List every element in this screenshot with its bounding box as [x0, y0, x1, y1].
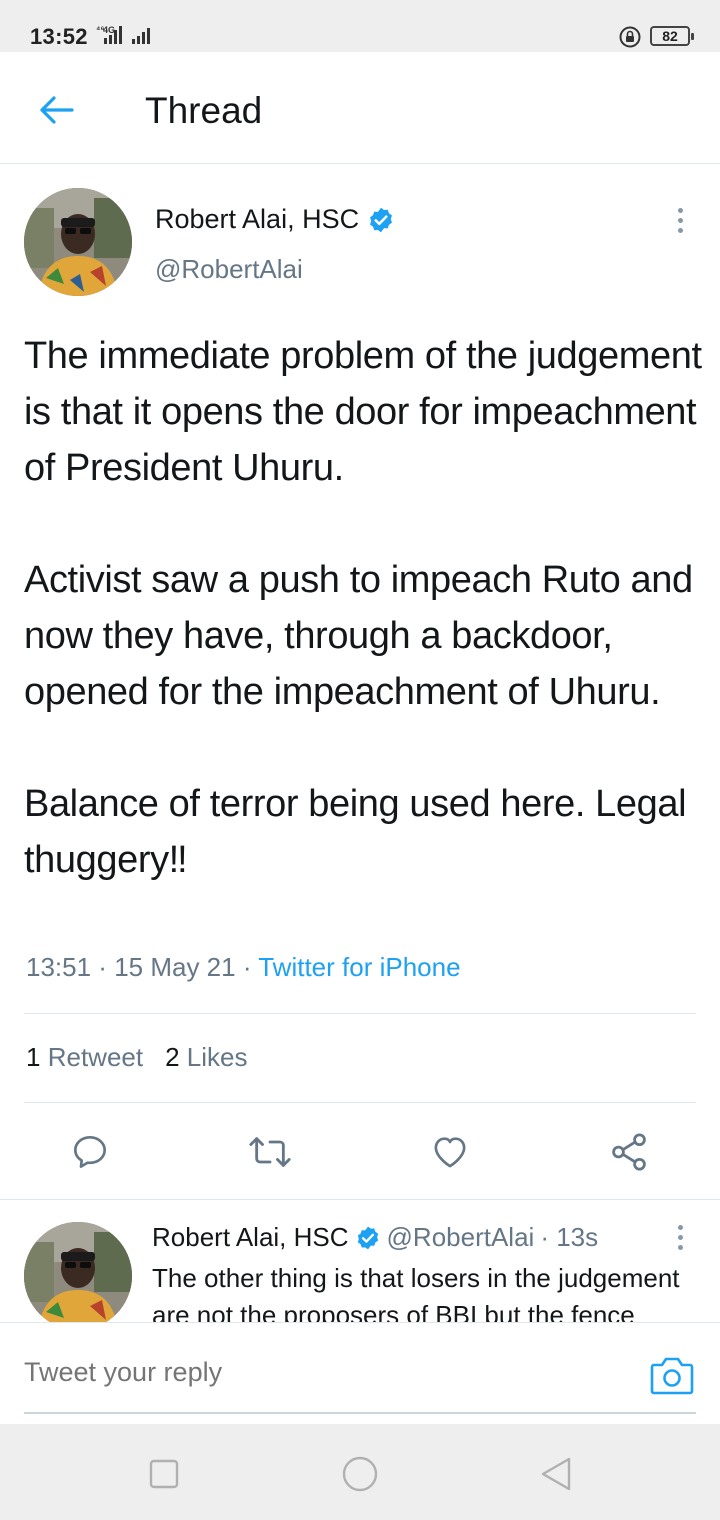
like-label: Likes	[186, 1042, 248, 1072]
tweet-text: The immediate problem of the judgement i…	[24, 335, 702, 881]
avatar-photo	[24, 1222, 132, 1330]
composer-underline	[24, 1412, 696, 1414]
author-avatar[interactable]	[24, 188, 132, 296]
verified-badge-icon	[370, 207, 393, 232]
dot	[677, 1234, 683, 1240]
circle-icon	[342, 1456, 378, 1492]
meta-separator: ·	[235, 952, 259, 982]
reply-author-name: Robert Alai, HSC	[152, 1222, 349, 1252]
reply-icon	[74, 1136, 106, 1168]
dot	[677, 227, 683, 233]
tweet-stats: 1 Retweet 2 Likes	[26, 1042, 248, 1073]
camera-button[interactable]	[650, 1355, 694, 1395]
reply-button[interactable]	[68, 1130, 112, 1174]
camera-icon	[650, 1357, 694, 1395]
author-name-row[interactable]: Robert Alai, HSC	[155, 204, 395, 235]
verified-badge-icon	[357, 1226, 378, 1249]
reply-author-avatar[interactable]	[24, 1222, 132, 1330]
tweet-date: 15 May 21	[114, 952, 236, 982]
home-button[interactable]	[340, 1454, 380, 1494]
dot	[677, 1224, 683, 1230]
arrow-left-icon	[40, 96, 74, 124]
share-icon	[612, 1133, 646, 1171]
system-nav-bar	[0, 1424, 720, 1520]
avatar-photo	[24, 188, 132, 296]
triangle-back-icon	[541, 1457, 571, 1491]
network-label: 4G	[103, 25, 115, 35]
reply-header[interactable]: Robert Alai, HSC @RobertAlai · 13s	[152, 1222, 598, 1253]
author-name: Robert Alai, HSC	[155, 204, 360, 234]
divider	[24, 1013, 696, 1014]
dot	[677, 1244, 683, 1250]
author-handle[interactable]: @RobertAlai	[155, 254, 303, 285]
share-button[interactable]	[607, 1130, 651, 1174]
retweet-count: 1	[26, 1042, 41, 1072]
battery-icon: 82	[650, 26, 694, 46]
tweet-meta: 13:51 · 15 May 21 · Twitter for iPhone	[26, 952, 461, 983]
divider	[0, 1199, 720, 1200]
meta-separator: ·	[91, 952, 115, 982]
tweet-source-link[interactable]: Twitter for iPhone	[258, 952, 460, 982]
dot	[677, 217, 683, 223]
signal-icon: ⁴⁶ 4G	[96, 24, 150, 44]
square-icon	[149, 1459, 179, 1489]
divider	[24, 1102, 696, 1103]
reply-more-options-button[interactable]	[670, 1217, 690, 1257]
reply-author-handle: @RobertAlai	[386, 1222, 535, 1252]
retweet-stat[interactable]: 1 Retweet	[26, 1042, 143, 1073]
status-time: 13:52	[30, 24, 88, 49]
tweet-time: 13:51	[26, 952, 92, 982]
back-nav-button[interactable]	[536, 1454, 576, 1494]
tweet-more-options-button[interactable]	[670, 200, 690, 240]
page-title: Thread	[145, 90, 263, 131]
top-app-bar: Thread	[0, 52, 720, 164]
like-button[interactable]	[428, 1130, 472, 1174]
reply-input[interactable]	[24, 1357, 378, 1388]
status-bar: 13:52 ⁴⁶ 4G 82	[0, 0, 720, 52]
reply-text[interactable]: The other thing is that losers in the ju…	[152, 1260, 700, 1322]
back-button[interactable]	[32, 88, 80, 132]
like-count: 2	[165, 1042, 180, 1072]
lock-rotation-icon	[619, 26, 641, 48]
retweet-icon	[249, 1137, 291, 1167]
dot	[677, 207, 683, 213]
reply-composer	[0, 1322, 720, 1424]
like-stat[interactable]: 2 Likes	[165, 1042, 247, 1073]
retweet-label: Retweet	[47, 1042, 144, 1072]
reply-age: · 13s	[540, 1222, 599, 1252]
recents-button[interactable]	[144, 1454, 184, 1494]
retweet-button[interactable]	[248, 1130, 292, 1174]
heart-icon	[434, 1137, 466, 1168]
